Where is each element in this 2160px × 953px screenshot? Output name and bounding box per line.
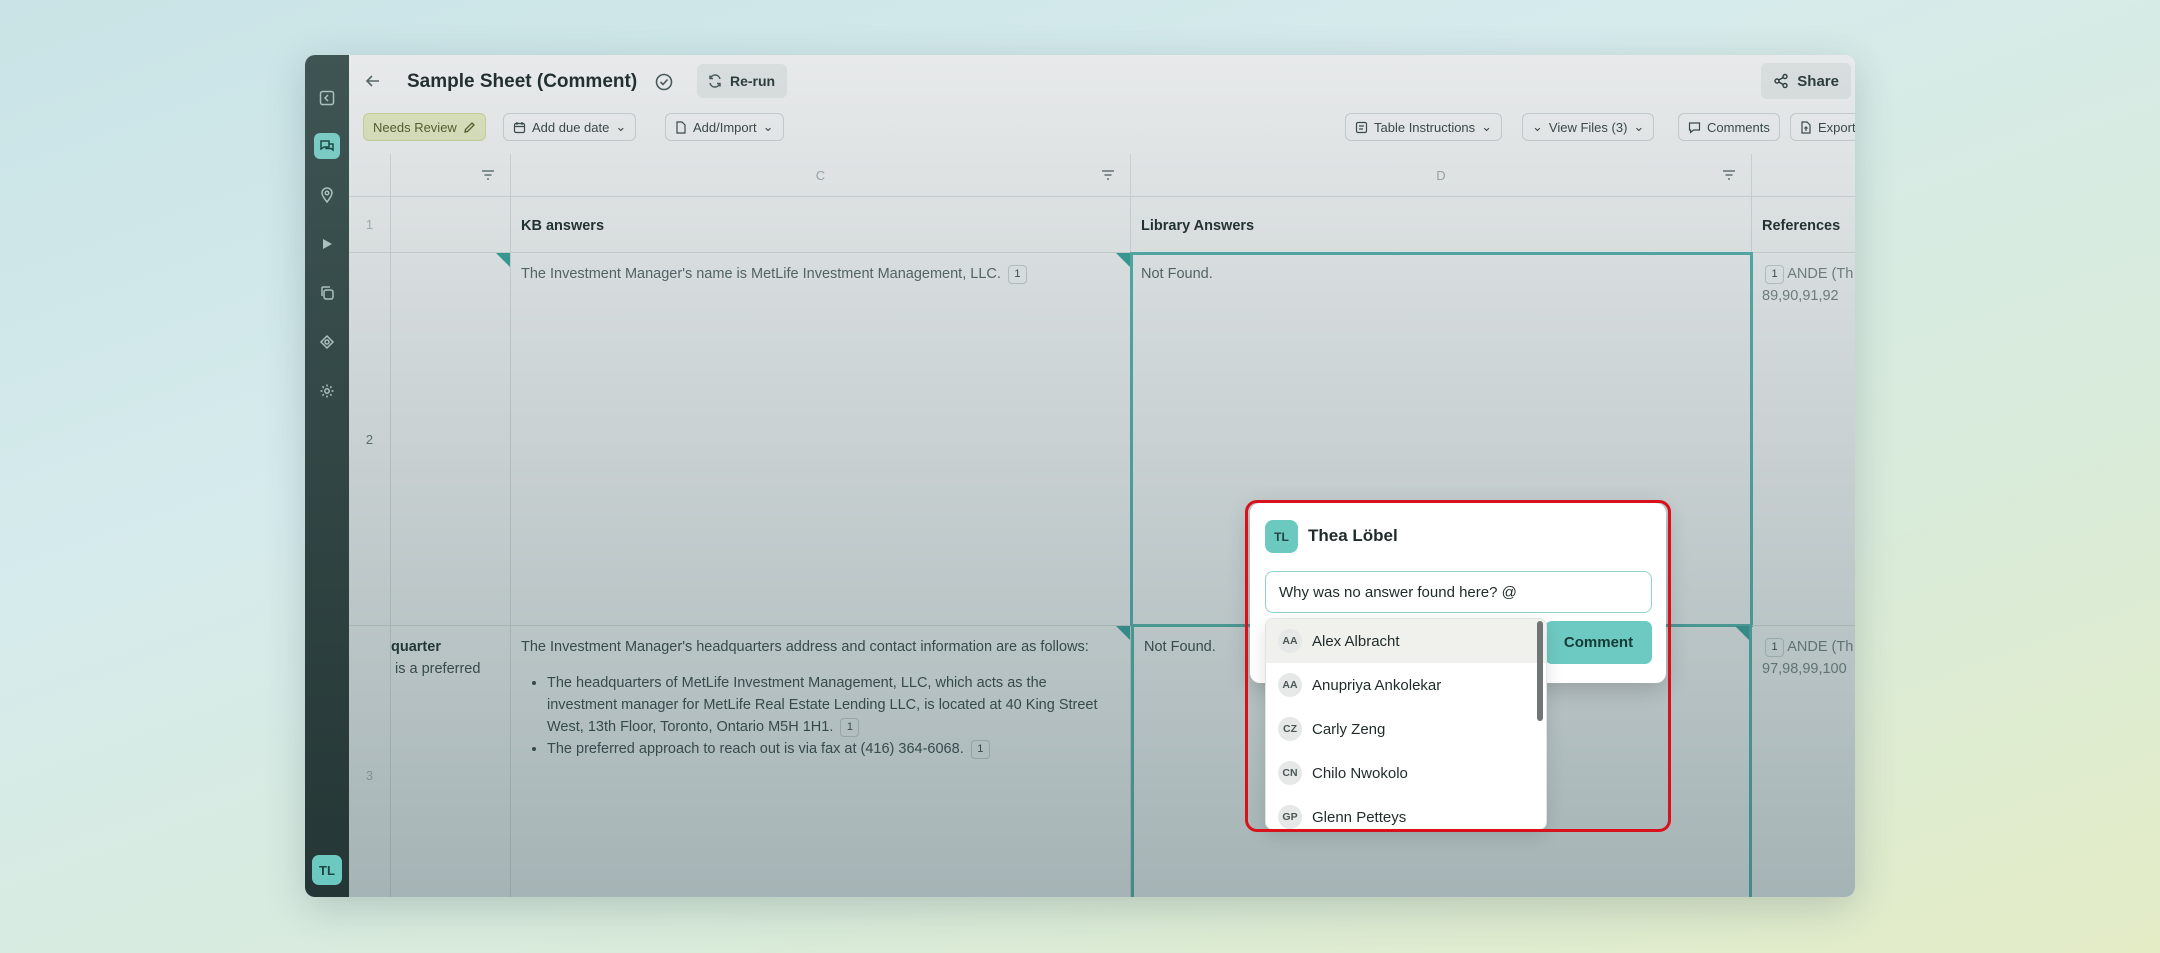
export-button[interactable]: Export ⌄ [1790, 113, 1855, 141]
citation-badge[interactable]: 1 [970, 739, 990, 759]
file-icon [676, 120, 686, 134]
view-files-label: View Files (3) [1548, 119, 1628, 135]
needs-review-button[interactable]: Needs Review [363, 113, 486, 141]
table-cell[interactable] [391, 253, 511, 626]
add-import-button[interactable]: Add/Import ⌄ [665, 113, 784, 141]
play-icon[interactable] [314, 231, 340, 257]
due-date-button[interactable]: Add due date ⌄ [503, 113, 637, 141]
chevron-down-icon: ⌄ [1532, 119, 1543, 134]
needs-review-label: Needs Review [373, 119, 457, 135]
reference-text: ANDE (Th [1787, 266, 1854, 282]
reference-pages: 97,98,99,100 [1762, 661, 1847, 677]
b-text-bold: quarter [391, 639, 441, 655]
table-cell[interactable]: quarter is a preferred [391, 626, 511, 897]
add-import-label: Add/Import [693, 119, 757, 135]
corner-cell [349, 154, 391, 197]
location-pin-icon[interactable] [314, 182, 340, 208]
copy-icon[interactable] [314, 280, 340, 306]
kb-bullet-text: The preferred approach to reach out is v… [547, 741, 964, 757]
header-cell-library[interactable]: Library Answers [1131, 197, 1752, 253]
column-header-e[interactable] [1752, 154, 1855, 197]
table-cell[interactable]: The Investment Manager's headquarters ad… [511, 626, 1131, 897]
settings-icon[interactable] [314, 378, 340, 404]
chevron-down-icon: ⌄ [615, 119, 627, 134]
chevron-down-icon: ⌄ [1481, 119, 1493, 134]
chevron-down-icon: ⌄ [1633, 119, 1645, 134]
check-circle-icon[interactable] [654, 72, 674, 92]
share-icon [1774, 73, 1788, 89]
top-bar: Sample Sheet (Comment) Re-run Share [349, 55, 1855, 107]
pencil-icon [463, 121, 475, 133]
comment-icon [1688, 121, 1701, 134]
calendar-icon [513, 121, 526, 133]
table-cell[interactable]: The Investment Manager's name is MetLife… [511, 253, 1131, 626]
filter-icon[interactable] [480, 167, 498, 185]
kb-bullet-text: The headquarters of MetLife Investment M… [547, 675, 1098, 735]
column-header-b[interactable] [391, 154, 511, 197]
comments-button[interactable]: Comments [1678, 113, 1780, 141]
instructions-icon [1355, 121, 1368, 133]
citation-badge[interactable]: 1 [840, 717, 860, 737]
citation-badge[interactable]: 1 [1765, 637, 1784, 657]
header-cell-b[interactable] [391, 197, 511, 253]
citation-badge[interactable]: 1 [1007, 264, 1027, 284]
row-number[interactable]: 1 [349, 197, 391, 253]
export-icon [1801, 120, 1811, 134]
citation-badge[interactable]: 1 [1765, 264, 1784, 284]
chat-icon[interactable] [314, 133, 340, 159]
chevron-down-icon: ⌄ [762, 119, 774, 134]
refresh-icon [709, 74, 721, 88]
reference-text: ANDE (Th [1787, 639, 1854, 655]
share-label: Share [1797, 72, 1839, 90]
list-item: The preferred approach to reach out is v… [547, 738, 1120, 760]
back-arrow-icon[interactable] [363, 71, 383, 91]
kb-answer-intro: The Investment Manager's headquarters ad… [521, 639, 1089, 655]
table-cell[interactable]: 1 ANDE (Th 97,98,99,100 [1752, 626, 1855, 897]
table-instructions-button[interactable]: Table Instructions ⌄ [1345, 113, 1503, 141]
export-label: Export [1818, 119, 1855, 135]
header-cell-kb[interactable]: KB answers [511, 197, 1131, 253]
filter-icon[interactable] [1721, 167, 1739, 185]
list-item: The headquarters of MetLife Investment M… [547, 672, 1120, 738]
column-header-d[interactable]: D [1131, 154, 1752, 197]
sidebar-rail: TL [305, 55, 349, 897]
user-avatar[interactable]: TL [312, 855, 342, 885]
view-files-button[interactable]: ⌄ View Files (3) ⌄ [1522, 113, 1655, 141]
kb-answer-list: The headquarters of MetLife Investment M… [521, 672, 1120, 760]
toolbar: Needs Review Add due date ⌄ Add/Import ⌄… [349, 113, 1855, 143]
page-title: Sample Sheet (Comment) [407, 71, 638, 92]
row-number[interactable]: 2 [349, 253, 391, 626]
brain-icon[interactable] [314, 329, 340, 355]
due-date-label: Add due date [532, 119, 610, 135]
table-cell[interactable]: 1 ANDE (Th 89,90,91,92 [1752, 253, 1855, 626]
filter-icon[interactable] [1100, 167, 1118, 185]
b-text: is a preferred [395, 661, 481, 677]
column-letter: D [1436, 167, 1446, 183]
row-number[interactable]: 3 [349, 626, 391, 897]
cell-marker [1116, 626, 1130, 640]
table-instructions-label: Table Instructions [1374, 119, 1476, 135]
comments-label: Comments [1707, 119, 1770, 135]
highlight-frame [1245, 500, 1671, 832]
library-answer-text: Not Found. [1141, 266, 1213, 282]
column-header-c[interactable]: C [511, 154, 1131, 197]
kb-answer-text: The Investment Manager's name is MetLife… [521, 266, 1001, 282]
cell-marker [1735, 626, 1749, 640]
rerun-label: Re-run [730, 73, 776, 89]
rerun-button[interactable]: Re-run [697, 64, 788, 98]
reference-pages: 89,90,91,92 [1762, 288, 1839, 304]
header-cell-references[interactable]: References [1752, 197, 1855, 253]
share-button[interactable]: Share [1761, 63, 1851, 99]
collapse-icon[interactable] [314, 85, 340, 111]
column-letter: C [815, 167, 826, 183]
cell-marker [496, 253, 510, 267]
cell-marker [1116, 253, 1130, 267]
